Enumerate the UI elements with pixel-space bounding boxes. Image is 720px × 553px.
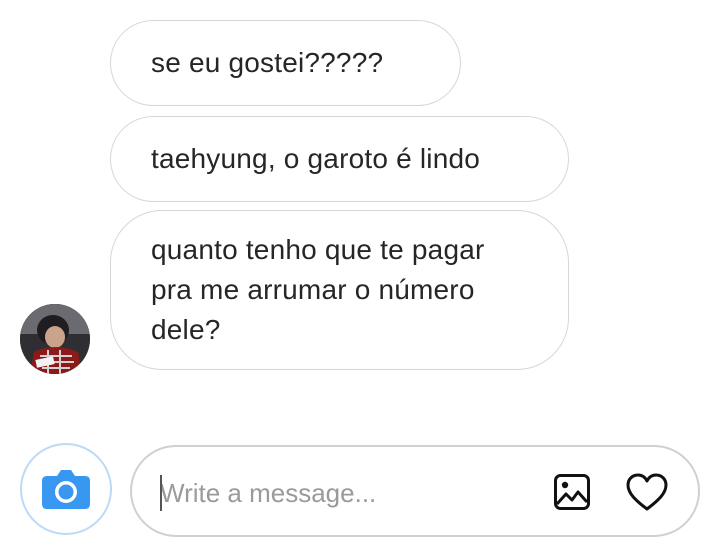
message-composer	[130, 445, 700, 537]
message-text: quanto tenho que te pagar pra me arrumar…	[151, 234, 485, 345]
like-button[interactable]	[624, 469, 670, 515]
gallery-button[interactable]	[549, 469, 595, 515]
heart-icon	[626, 473, 668, 511]
message-text: taehyung, o garoto é lindo	[151, 143, 481, 174]
image-gallery-icon	[554, 474, 590, 510]
message-input[interactable]	[160, 471, 530, 515]
message-bubble: taehyung, o garoto é lindo	[110, 116, 569, 202]
message-bubble: se eu gostei?????	[110, 20, 461, 106]
camera-icon	[42, 470, 90, 509]
avatar-image	[20, 304, 90, 374]
camera-button[interactable]	[20, 443, 112, 535]
message-text: se eu gostei?????	[151, 47, 384, 78]
message-bubble: quanto tenho que te pagar pra me arrumar…	[110, 210, 569, 370]
text-caret	[160, 475, 162, 511]
avatar[interactable]	[20, 304, 90, 374]
